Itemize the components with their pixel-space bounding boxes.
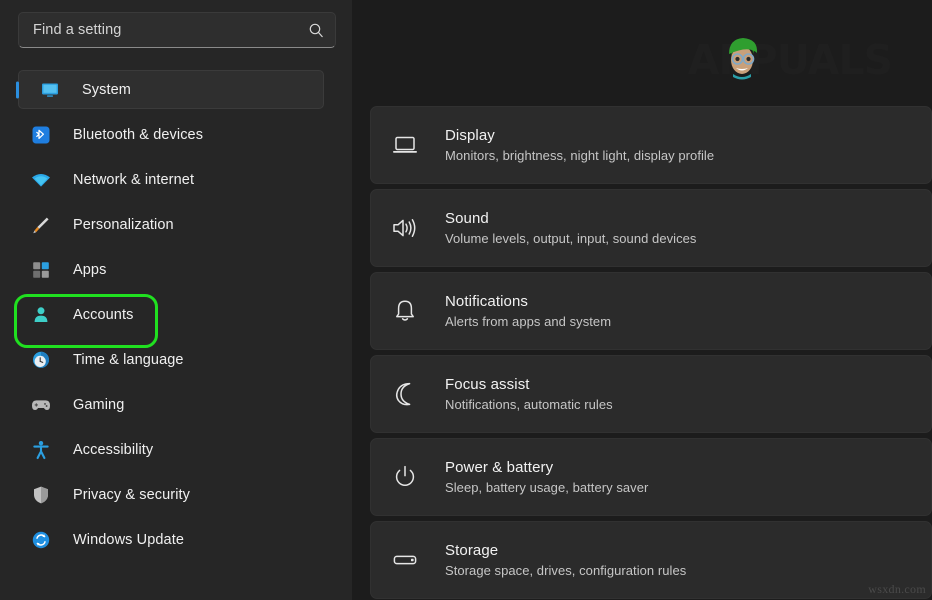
sidebar-item-label: Bluetooth & devices (73, 127, 203, 143)
card-title: Focus assist (445, 376, 613, 394)
speaker-icon (385, 208, 425, 248)
paintbrush-icon (30, 214, 52, 236)
settings-window: Find a setting (0, 0, 932, 600)
sidebar-item-privacy-security[interactable]: Privacy & security (10, 475, 336, 514)
sidebar-item-label: Network & internet (73, 172, 194, 188)
settings-card-power-battery[interactable]: Power & battery Sleep, battery usage, ba… (370, 438, 932, 516)
accessibility-icon (30, 439, 52, 461)
hard-drive-icon (385, 540, 425, 580)
shield-icon (30, 484, 52, 506)
appuals-logo: APPUALS (688, 34, 892, 86)
card-subtitle: Storage space, drives, configuration rul… (445, 563, 686, 579)
card-text: Sound Volume levels, output, input, soun… (445, 210, 696, 247)
card-subtitle: Monitors, brightness, night light, displ… (445, 148, 714, 164)
card-title: Notifications (445, 293, 611, 311)
search-container: Find a setting (18, 12, 336, 48)
card-subtitle: Alerts from apps and system (445, 314, 611, 330)
sidebar-item-gaming[interactable]: Gaming (10, 385, 336, 424)
bluetooth-icon (30, 124, 52, 146)
card-text: Focus assist Notifications, automatic ru… (445, 376, 613, 413)
person-icon (30, 304, 52, 326)
sidebar-item-label: Apps (73, 262, 106, 278)
card-subtitle: Notifications, automatic rules (445, 397, 613, 413)
appuals-mascot-icon (719, 30, 765, 82)
watermark-text: wsxdn.com (868, 582, 926, 597)
settings-card-storage[interactable]: Storage Storage space, drives, configura… (370, 521, 932, 599)
search-input[interactable]: Find a setting (18, 12, 336, 48)
sidebar-item-accounts[interactable]: Accounts (10, 295, 336, 334)
card-subtitle: Volume levels, output, input, sound devi… (445, 231, 696, 247)
sidebar-item-label: Accounts (73, 307, 133, 323)
sidebar-item-system[interactable]: System (18, 70, 324, 109)
sidebar-item-label: Time & language (73, 352, 184, 368)
main-content: APPUALS (352, 0, 932, 600)
bell-icon (385, 291, 425, 331)
card-title: Sound (445, 210, 696, 228)
settings-card-focus-assist[interactable]: Focus assist Notifications, automatic ru… (370, 355, 932, 433)
sidebar-item-label: Gaming (73, 397, 124, 413)
sidebar-item-label: System (82, 82, 131, 98)
sidebar-item-windows-update[interactable]: Windows Update (10, 520, 336, 559)
card-title: Storage (445, 542, 686, 560)
search-placeholder-text: Find a setting (33, 22, 308, 38)
sidebar-item-apps[interactable]: Apps (10, 250, 336, 289)
sidebar-item-label: Privacy & security (73, 487, 190, 503)
gamepad-icon (30, 394, 52, 416)
moon-icon (385, 374, 425, 414)
apps-grid-icon (30, 259, 52, 281)
wifi-icon (30, 169, 52, 191)
clock-icon (30, 349, 52, 371)
settings-card-display[interactable]: Display Monitors, brightness, night ligh… (370, 106, 932, 184)
card-subtitle: Sleep, battery usage, battery saver (445, 480, 648, 496)
sidebar-item-label: Personalization (73, 217, 174, 233)
card-text: Notifications Alerts from apps and syste… (445, 293, 611, 330)
sidebar: Find a setting (0, 0, 352, 600)
sidebar-item-bluetooth-devices[interactable]: Bluetooth & devices (10, 115, 336, 154)
sidebar-item-label: Accessibility (73, 442, 153, 458)
settings-card-notifications[interactable]: Notifications Alerts from apps and syste… (370, 272, 932, 350)
sidebar-item-time-language[interactable]: Time & language (10, 340, 336, 379)
display-monitor-icon (385, 125, 425, 165)
sidebar-item-label: Windows Update (73, 532, 184, 548)
power-icon (385, 457, 425, 497)
selection-accent-bar (16, 81, 19, 98)
settings-card-list: Display Monitors, brightness, night ligh… (370, 106, 932, 600)
sidebar-item-network-internet[interactable]: Network & internet (10, 160, 336, 199)
search-icon[interactable] (308, 22, 325, 39)
sidebar-item-accessibility[interactable]: Accessibility (10, 430, 336, 469)
card-text: Storage Storage space, drives, configura… (445, 542, 686, 579)
settings-card-sound[interactable]: Sound Volume levels, output, input, soun… (370, 189, 932, 267)
card-title: Power & battery (445, 459, 648, 477)
card-text: Display Monitors, brightness, night ligh… (445, 127, 714, 164)
card-title: Display (445, 127, 714, 145)
monitor-icon (39, 79, 61, 101)
update-refresh-icon (30, 529, 52, 551)
card-text: Power & battery Sleep, battery usage, ba… (445, 459, 648, 496)
sidebar-nav: System Bluetooth & devices (0, 70, 352, 559)
sidebar-item-personalization[interactable]: Personalization (10, 205, 336, 244)
